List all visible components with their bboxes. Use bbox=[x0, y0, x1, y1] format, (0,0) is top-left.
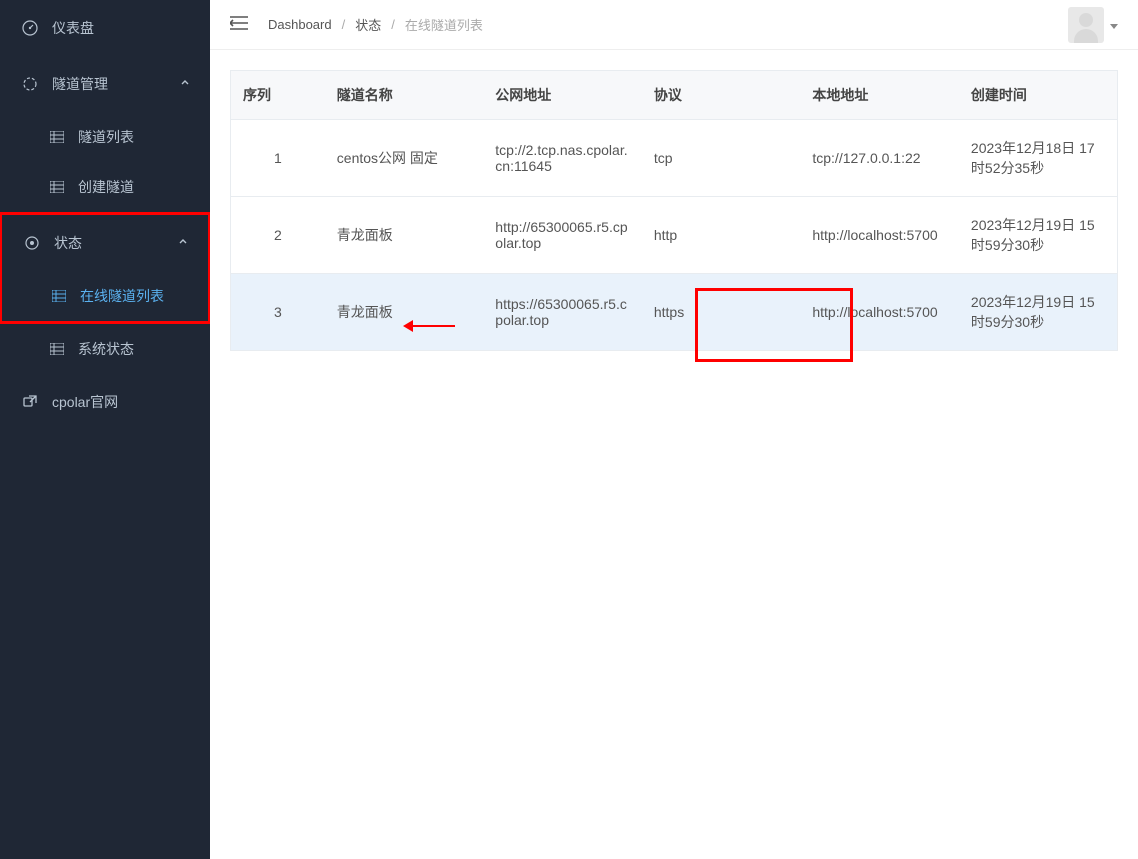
th-local-url: 本地地址 bbox=[800, 71, 959, 120]
cell-created: 2023年12月19日 15时59分30秒 bbox=[959, 274, 1118, 351]
nav-label: 创建隧道 bbox=[78, 177, 134, 197]
chevron-up-icon bbox=[178, 236, 188, 250]
avatar-icon bbox=[1068, 7, 1104, 43]
menu-toggle-icon[interactable] bbox=[230, 15, 248, 34]
cell-protocol: https bbox=[642, 274, 801, 351]
breadcrumb-current: 在线隧道列表 bbox=[405, 15, 483, 34]
chevron-up-icon bbox=[180, 77, 190, 91]
nav-label: 仪表盘 bbox=[52, 18, 94, 38]
table-row[interactable]: 3 青龙面板 https://65300065.r5.cpolar.top ht… bbox=[231, 274, 1118, 351]
nav-label: 隧道管理 bbox=[52, 74, 108, 94]
nav-online-tunnels[interactable]: 在线隧道列表 bbox=[2, 271, 208, 321]
nav-label: cpolar官网 bbox=[52, 392, 118, 412]
th-name: 隧道名称 bbox=[325, 71, 484, 120]
main-content: Dashboard / 状态 / 在线隧道列表 序列 隧道名称 bbox=[210, 0, 1138, 859]
tunnel-table: 序列 隧道名称 公网地址 协议 本地地址 创建时间 1 centos公网 固定 … bbox=[230, 70, 1118, 351]
cell-protocol: tcp bbox=[642, 120, 801, 197]
table-row[interactable]: 2 青龙面板 http://65300065.r5.cpolar.top htt… bbox=[231, 197, 1118, 274]
caret-down-icon bbox=[1110, 17, 1118, 33]
nav-tunnel-list[interactable]: 隧道列表 bbox=[0, 112, 210, 162]
cell-created: 2023年12月19日 15时59分30秒 bbox=[959, 197, 1118, 274]
cell-seq: 2 bbox=[231, 197, 325, 274]
cell-local-url: tcp://127.0.0.1:22 bbox=[800, 120, 959, 197]
cell-protocol: http bbox=[642, 197, 801, 274]
table-row[interactable]: 1 centos公网 固定 tcp://2.tcp.nas.cpolar.cn:… bbox=[231, 120, 1118, 197]
cell-name: 青龙面板 bbox=[325, 197, 484, 274]
cell-seq: 3 bbox=[231, 274, 325, 351]
external-link-icon bbox=[20, 395, 40, 409]
breadcrumb-separator: / bbox=[342, 17, 346, 32]
table-header-row: 序列 隧道名称 公网地址 协议 本地地址 创建时间 bbox=[231, 71, 1118, 120]
nav-label: 在线隧道列表 bbox=[80, 286, 164, 306]
table-icon bbox=[50, 131, 68, 143]
cell-created: 2023年12月18日 17时52分35秒 bbox=[959, 120, 1118, 197]
cell-seq: 1 bbox=[231, 120, 325, 197]
table-icon bbox=[50, 343, 68, 355]
cell-name: centos公网 固定 bbox=[325, 120, 484, 197]
tunnel-icon bbox=[20, 76, 40, 92]
cell-public-url: https://65300065.r5.cpolar.top bbox=[483, 274, 642, 351]
cell-local-url: http://localhost:5700 bbox=[800, 274, 959, 351]
nav-system-status[interactable]: 系统状态 bbox=[0, 324, 210, 374]
user-menu[interactable] bbox=[1068, 7, 1118, 43]
topbar: Dashboard / 状态 / 在线隧道列表 bbox=[210, 0, 1138, 50]
nav-label: 系统状态 bbox=[78, 339, 134, 359]
status-icon bbox=[22, 235, 42, 251]
cell-local-url: http://localhost:5700 bbox=[800, 197, 959, 274]
nav-label: 隧道列表 bbox=[78, 127, 134, 147]
cell-name: 青龙面板 bbox=[325, 274, 484, 351]
cell-public-url: http://65300065.r5.cpolar.top bbox=[483, 197, 642, 274]
th-seq: 序列 bbox=[231, 71, 325, 120]
table-icon bbox=[52, 290, 70, 302]
nav-status[interactable]: 状态 bbox=[2, 215, 208, 271]
nav-tunnel-mgmt[interactable]: 隧道管理 bbox=[0, 56, 210, 112]
th-created: 创建时间 bbox=[959, 71, 1118, 120]
breadcrumb-separator: / bbox=[391, 17, 395, 32]
th-public-url: 公网地址 bbox=[483, 71, 642, 120]
nav-cpolar-site[interactable]: cpolar官网 bbox=[0, 374, 210, 430]
sidebar: 仪表盘 隧道管理 隧道列表 创建隧道 bbox=[0, 0, 210, 859]
nav-create-tunnel[interactable]: 创建隧道 bbox=[0, 162, 210, 212]
nav-dashboard[interactable]: 仪表盘 bbox=[0, 0, 210, 56]
breadcrumb-status[interactable]: 状态 bbox=[355, 15, 381, 34]
breadcrumb: Dashboard / 状态 / 在线隧道列表 bbox=[268, 15, 483, 34]
nav-label: 状态 bbox=[54, 233, 82, 253]
th-protocol: 协议 bbox=[642, 71, 801, 120]
breadcrumb-dashboard[interactable]: Dashboard bbox=[268, 17, 332, 32]
dashboard-icon bbox=[20, 20, 40, 36]
cell-public-url: tcp://2.tcp.nas.cpolar.cn:11645 bbox=[483, 120, 642, 197]
table-icon bbox=[50, 181, 68, 193]
annotation-arrow bbox=[405, 325, 455, 327]
